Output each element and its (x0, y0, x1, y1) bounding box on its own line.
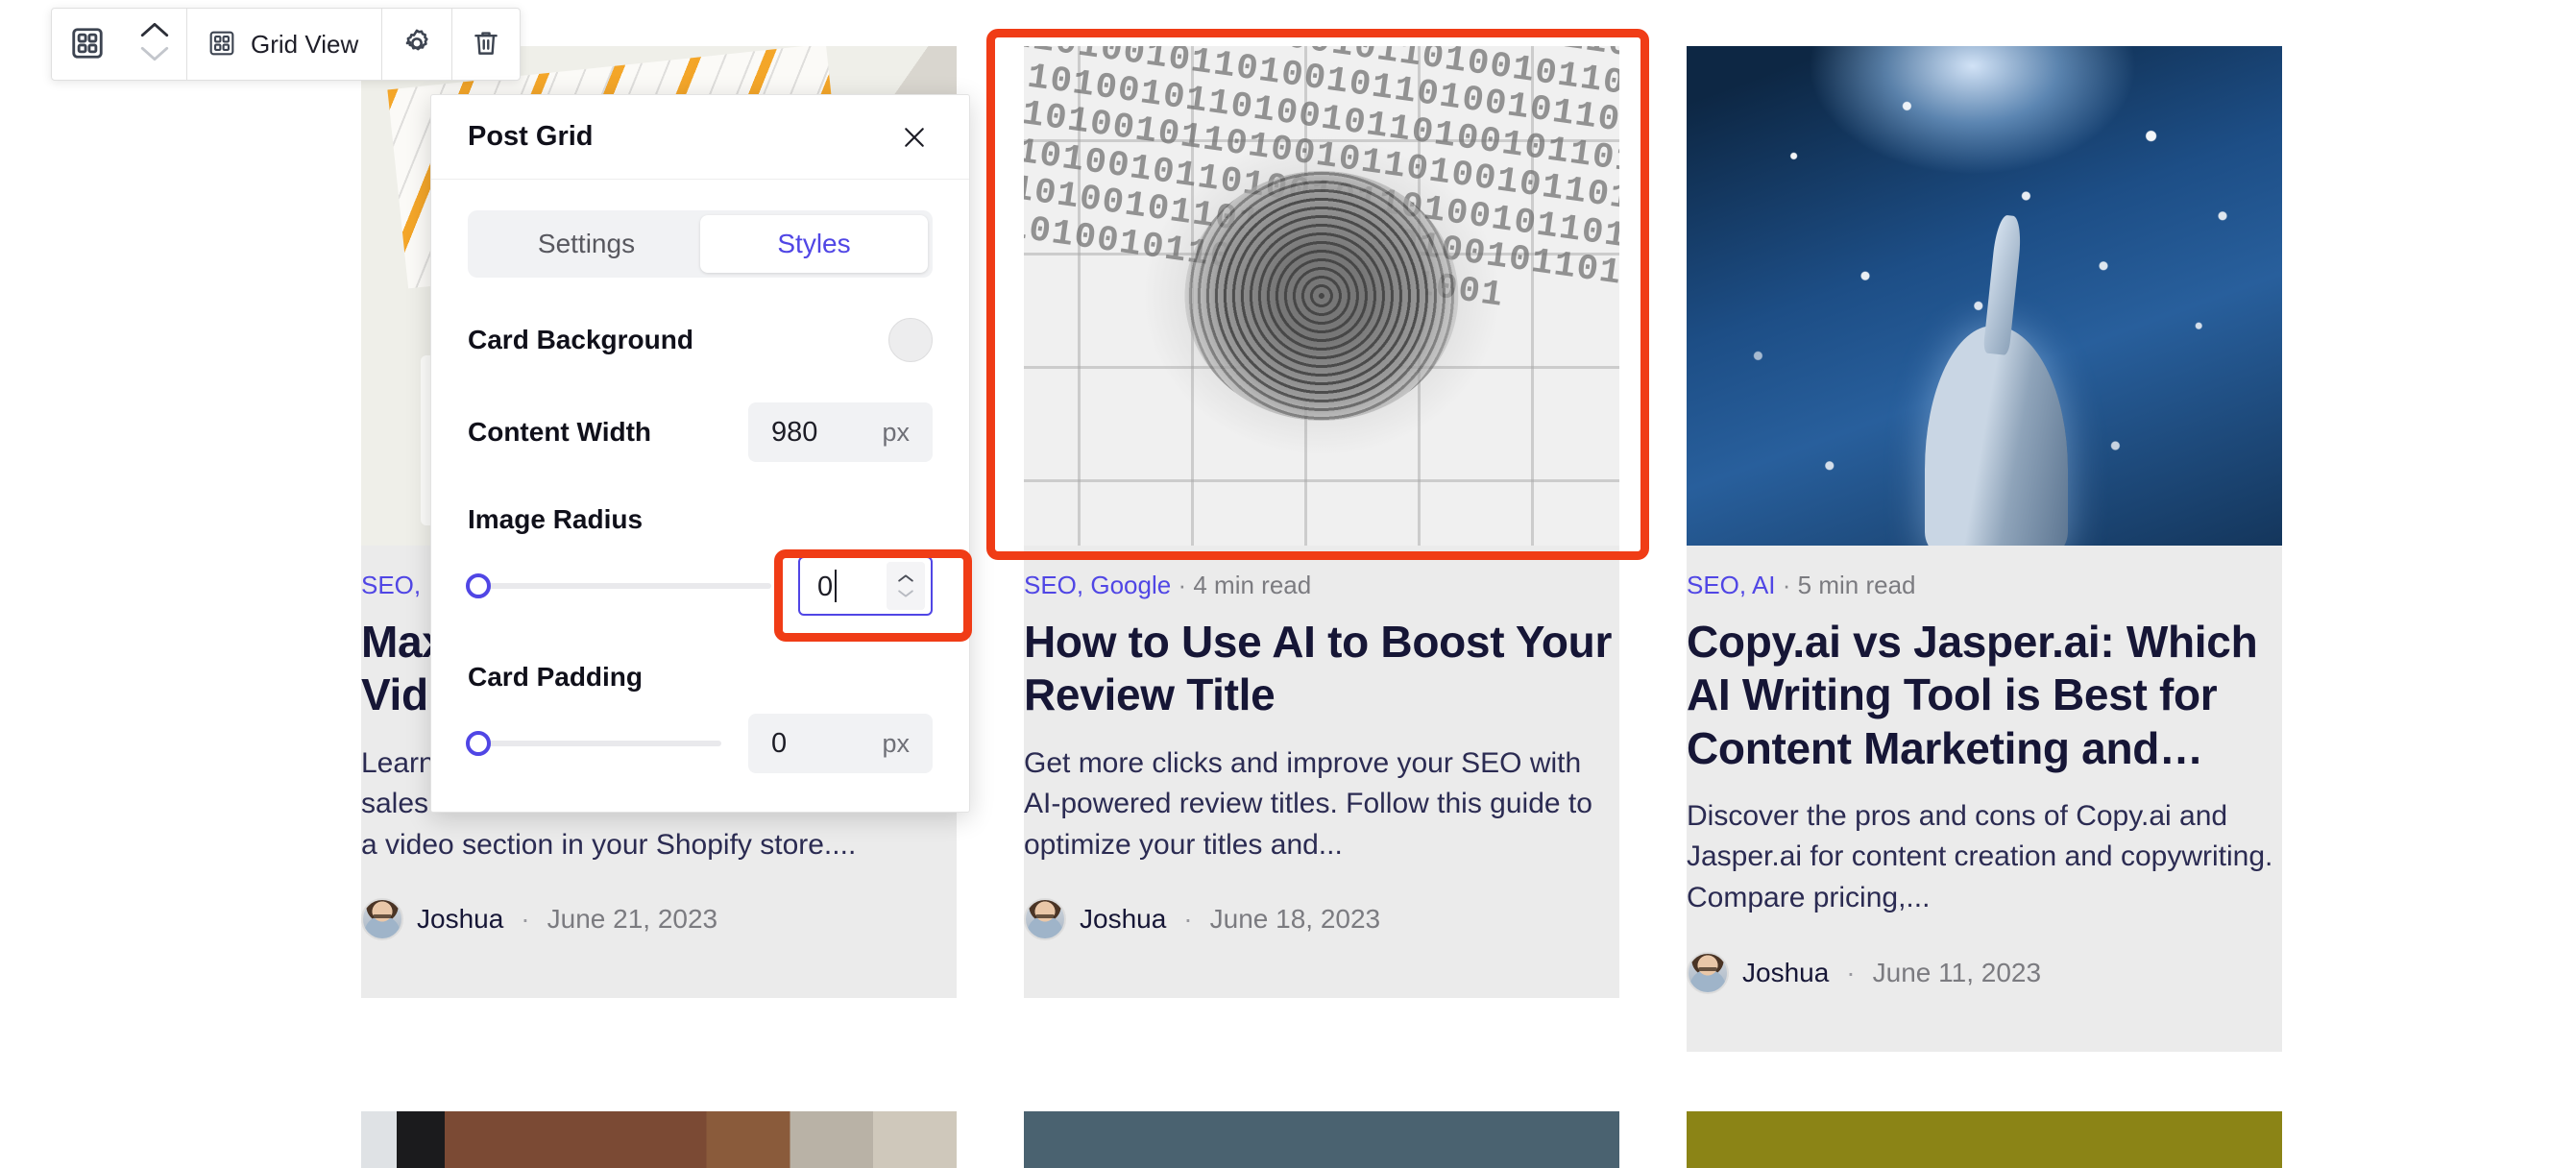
card-padding-value: 0 (771, 727, 788, 759)
card-padding-row: 0 px (466, 714, 933, 773)
slider-knob[interactable] (466, 731, 491, 756)
close-icon[interactable] (892, 115, 936, 159)
post-excerpt: Get more clicks and improve your SEO wit… (1024, 746, 1592, 861)
chevron-up-icon[interactable] (138, 20, 171, 44)
delete-button[interactable] (452, 9, 520, 80)
meta-separator: · (1178, 571, 1187, 599)
avatar (1024, 898, 1066, 941)
card-padding-unit: px (882, 728, 910, 758)
toolbar-group-delete (452, 9, 520, 80)
post-card[interactable] (361, 1110, 957, 1168)
author-separator: · (521, 904, 530, 935)
card-background-color-swatch[interactable] (888, 318, 933, 362)
author-name[interactable]: Joshua (417, 904, 503, 935)
control-label: Card Background (468, 325, 693, 354)
image-radius-value: 0 (817, 569, 838, 603)
post-card-selected[interactable]: 0110100101101001011010010110100101101001… (1024, 46, 1619, 1052)
post-card-body: SEO, Google · 4 min read How to Use AI t… (1024, 546, 1619, 999)
grid-block-icon (69, 25, 106, 64)
block-movers (123, 9, 186, 80)
post-card[interactable] (1024, 1110, 1619, 1168)
post-card[interactable] (1687, 1110, 2282, 1168)
settings-button[interactable] (382, 9, 451, 80)
post-card-body: SEO, AI · 5 min read Copy.ai vs Jasper.a… (1687, 546, 2282, 1052)
toolbar-group-view: Grid View (187, 9, 383, 80)
post-thumbnail-ai-network-robot-hand-photo[interactable] (1687, 46, 2282, 546)
chevron-down-icon[interactable] (138, 44, 171, 68)
post-meta: SEO, Google · 4 min read (1024, 571, 1619, 600)
grid-view-label: Grid View (251, 29, 359, 59)
image-radius-slider[interactable] (466, 573, 771, 598)
card-padding-slider[interactable] (466, 731, 721, 756)
control-label: Card Padding (468, 662, 644, 692)
post-author: Joshua · June 18, 2023 (1024, 898, 1619, 941)
post-date: June 11, 2023 (1872, 957, 2042, 987)
tab-settings[interactable]: Settings (473, 215, 700, 273)
post-card[interactable]: SEO, AI · 5 min read Copy.ai vs Jasper.a… (1687, 46, 2282, 1052)
post-tag[interactable]: SEO, (1687, 571, 1746, 599)
grid-view-icon (207, 28, 237, 61)
post-thumbnail-olive-solid-photo[interactable] (1687, 1110, 2282, 1168)
binary-vortex-core (1184, 171, 1459, 421)
tab-styles[interactable]: Styles (700, 215, 928, 273)
post-author: Joshua · June 21, 2023 (361, 898, 957, 941)
block-toolbar: Grid View (51, 8, 522, 81)
slider-knob[interactable] (466, 573, 491, 598)
panel-body: Settings Styles Card Background Content … (431, 180, 969, 773)
post-date: June 18, 2023 (1209, 904, 1381, 935)
avatar (1687, 951, 1729, 994)
card-padding-input[interactable]: 0 px (748, 714, 933, 773)
chevron-up-icon (898, 574, 913, 582)
image-radius-row: 0 (466, 556, 933, 616)
post-excerpt: Discover the pros and cons of Copy.ai an… (1687, 799, 2273, 913)
post-thumbnail-wooden-desk-photo[interactable] (361, 1110, 957, 1168)
post-title[interactable]: How to Use AI to Boost Your Review Title (1024, 616, 1619, 721)
author-name[interactable]: Joshua (1742, 958, 1829, 988)
control-image-radius: Image Radius (468, 504, 933, 535)
post-grid-settings-panel: Post Grid Settings Styles Card Backgroun… (430, 94, 970, 813)
author-name[interactable]: Joshua (1080, 904, 1166, 935)
control-label: Content Width (468, 417, 652, 447)
author-separator: · (1183, 904, 1193, 935)
post-tag[interactable]: SEO, (1024, 571, 1083, 599)
control-content-width: Content Width 980 px (468, 402, 933, 462)
post-thumbnail-teal-illustration-photo[interactable] (1024, 1110, 1619, 1168)
meta-separator: · (1782, 571, 1791, 599)
panel-tabs: Settings Styles (468, 210, 933, 278)
post-tag[interactable]: Google (1090, 571, 1171, 599)
post-date: June 21, 2023 (547, 904, 718, 935)
image-radius-input[interactable]: 0 (798, 556, 933, 616)
post-title[interactable]: Copy.ai vs Jasper.ai: Which AI Writing T… (1687, 616, 2282, 775)
post-tag[interactable]: SEO, (361, 571, 421, 599)
trash-icon (470, 27, 502, 62)
text-caret (835, 569, 838, 602)
editor-canvas: SEO, Max Vid Learn sales a video section… (0, 0, 2576, 1168)
control-card-padding: Card Padding (468, 662, 933, 693)
control-card-background: Card Background (468, 318, 933, 362)
post-read-time: 5 min read (1797, 571, 1916, 599)
content-width-input[interactable]: 980 px (748, 402, 933, 462)
post-author: Joshua · June 11, 2023 (1687, 951, 2282, 994)
content-width-unit: px (882, 417, 910, 447)
chevron-down-icon (898, 590, 913, 597)
post-tag[interactable]: AI (1752, 571, 1776, 599)
post-meta: SEO, AI · 5 min read (1687, 571, 2282, 600)
toolbar-group-block (52, 9, 187, 80)
content-width-value: 980 (771, 416, 818, 448)
panel-title: Post Grid (468, 121, 594, 152)
control-label: Image Radius (468, 504, 644, 534)
gear-icon (400, 26, 434, 63)
toolbar-group-settings (382, 9, 453, 80)
panel-header: Post Grid (431, 95, 969, 180)
image-radius-stepper[interactable] (887, 562, 925, 610)
author-separator: · (1846, 957, 1856, 987)
grid-view-button[interactable]: Grid View (187, 9, 381, 80)
post-thumbnail-binary-code-vortex-photo[interactable]: 0110100101101001011010010110100101101001… (1024, 46, 1619, 546)
avatar (361, 898, 403, 941)
post-read-time: 4 min read (1193, 571, 1312, 599)
block-type-button[interactable] (52, 9, 123, 80)
